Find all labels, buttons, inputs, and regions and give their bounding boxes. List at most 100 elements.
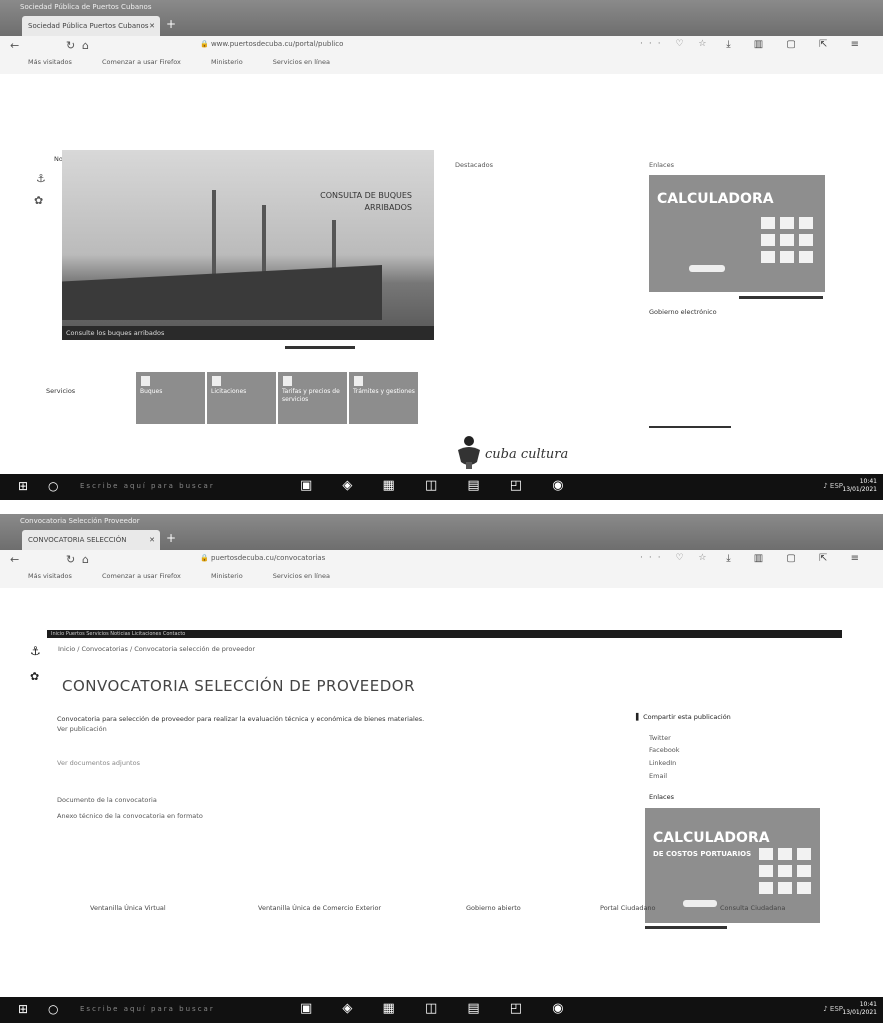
cuba-emblem-logo xyxy=(455,432,483,470)
clock[interactable]: 10:41 13/01/2021 xyxy=(842,478,877,494)
footer-link[interactable]: Gobierno abierto xyxy=(466,904,521,912)
share-title: Compartir esta publicación xyxy=(643,713,731,721)
clock-date: 13/01/2021 xyxy=(842,486,877,493)
volume-icon[interactable]: ♪ xyxy=(823,1005,830,1013)
clock[interactable]: 10:41 13/01/2021 xyxy=(842,1001,877,1017)
new-tab-icon[interactable]: + xyxy=(166,17,176,31)
tile-label: Trámites y gestiones xyxy=(353,388,415,395)
close-tab-icon[interactable]: ✕ xyxy=(149,16,155,36)
doc-link[interactable]: Documento de la convocatoria xyxy=(57,796,157,804)
close-tab-icon[interactable]: ✕ xyxy=(149,530,155,550)
site-nav-band[interactable]: Inicio Puertos Servicios Noticias Licita… xyxy=(47,630,842,638)
toolbar-icons[interactable]: ⤓ ▥ ▢ ⇱ ≡ xyxy=(726,39,869,50)
taskbar-apps[interactable]: ▣ ◈ ▦ ◫ ▤ ◰ ◉ xyxy=(300,1001,577,1016)
calc-keypad-graphic xyxy=(761,217,813,263)
gobierno-link[interactable]: Gobierno electrónico xyxy=(649,308,717,316)
price-icon xyxy=(283,376,292,386)
reload-icon[interactable]: ↻ xyxy=(66,39,75,52)
bookmark-item[interactable]: Ministerio xyxy=(211,572,243,580)
ship-graphic xyxy=(62,265,382,320)
sidebar-pin-icon: ⚓ xyxy=(36,172,46,185)
search-icon[interactable]: ○ xyxy=(48,479,58,493)
clock-time: 10:41 xyxy=(859,1001,877,1008)
breadcrumb[interactable]: Inicio / Convocatorias / Convocatoria se… xyxy=(58,645,255,653)
windows-taskbar: ⊞ ○ Escribe aquí para buscar ▣ ◈ ▦ ◫ ▤ ◰… xyxy=(0,997,883,1023)
browser-toolbar: ← ↻ ⌂ 🔒 www.puertosdecuba.cu/portal/publ… xyxy=(0,36,883,58)
home-icon[interactable]: ⌂ xyxy=(82,39,89,52)
lang-indicator[interactable]: ESP xyxy=(830,1005,843,1013)
bookmark-item[interactable]: Servicios en línea xyxy=(273,58,330,66)
share-linkedin[interactable]: LinkedIn xyxy=(649,759,676,767)
taskbar-apps[interactable]: ▣ ◈ ▦ ◫ ▤ ◰ ◉ xyxy=(300,478,577,493)
document-icon xyxy=(212,376,221,386)
window-title: Convocatoria Selección Proveedor xyxy=(20,517,140,525)
lock-icon: 🔒 xyxy=(200,40,211,48)
tile-buques[interactable]: Buques xyxy=(136,372,205,424)
bookmark-item[interactable]: Comenzar a usar Firefox xyxy=(102,58,181,66)
tab-convocatoria[interactable]: CONVOCATORIA SELECCIÓN ✕ xyxy=(22,530,160,550)
footer-link[interactable]: Consulta Ciudadana xyxy=(720,904,785,912)
bookmark-item[interactable]: Más visitados xyxy=(28,58,72,66)
slider-indicator[interactable] xyxy=(285,346,355,349)
gap xyxy=(0,500,883,514)
page-title: CONVOCATORIA SELECCIÓN DE PROVEEDOR xyxy=(62,677,416,695)
volume-icon[interactable]: ♪ xyxy=(823,482,830,490)
toolbar-icons[interactable]: ⤓ ▥ ▢ ⇱ ≡ xyxy=(726,553,869,564)
calculator-banner[interactable]: CALCULADORA xyxy=(649,175,825,292)
url-text: www.puertosdecuba.cu/portal/publico xyxy=(210,40,344,48)
window-title: Sociedad Pública de Puertos Cubanos xyxy=(20,3,152,11)
bookmark-item[interactable]: Comenzar a usar Firefox xyxy=(102,572,181,580)
slider-title: CONSULTA DE BUQUES ARRIBADOS xyxy=(320,190,412,214)
enlaces-heading: Enlaces xyxy=(649,793,674,801)
footer-link[interactable]: Ventanilla Única de Comercio Exterior xyxy=(258,904,381,912)
windows-taskbar: ⊞ ○ Escribe aquí para buscar ▣ ◈ ▦ ◫ ▤ ◰… xyxy=(0,474,883,500)
slider-title-line2: ARRIBADOS xyxy=(364,203,412,212)
calc-button-graphic xyxy=(689,265,725,272)
news-slider[interactable]: CONSULTA DE BUQUES ARRIBADOS Consulte los… xyxy=(62,150,434,340)
url-bar[interactable]: 🔒 www.puertosdecuba.cu/portal/publico xyxy=(200,40,343,48)
body-link[interactable]: Ver publicación xyxy=(57,725,107,733)
page-actions[interactable]: ··· ♡ ☆ xyxy=(640,553,712,563)
sidebar-gear-icon: ✿ xyxy=(30,670,40,683)
bookmark-item[interactable]: Más visitados xyxy=(28,572,72,580)
doc-link[interactable]: Anexo técnico de la convocatoria en form… xyxy=(57,812,203,820)
slider-title-line1: CONSULTA DE BUQUES xyxy=(320,191,412,200)
tile-tramites[interactable]: Trámites y gestiones xyxy=(349,372,418,424)
bookmark-item[interactable]: Ministerio xyxy=(211,58,243,66)
tile-licitaciones[interactable]: Licitaciones xyxy=(207,372,276,424)
slider-caption[interactable]: Consulte los buques arribados xyxy=(62,326,434,340)
back-icon[interactable]: ← xyxy=(10,39,19,52)
tab-label: CONVOCATORIA SELECCIÓN xyxy=(28,536,127,544)
windows-start-icon[interactable]: ⊞ xyxy=(18,1002,28,1016)
footer-cultura-logo: cuba cultura xyxy=(485,447,569,462)
share-facebook[interactable]: Facebook xyxy=(649,746,680,754)
tab-bar: Sociedad Pública de Puertos Cubanos Soci… xyxy=(0,0,883,36)
bookmarks-bar: Más visitados Comenzar a usar Firefox Mi… xyxy=(0,572,883,588)
page-actions[interactable]: ··· ♡ ☆ xyxy=(640,39,712,49)
system-tray[interactable]: ♪ ESP xyxy=(823,482,843,490)
url-bar[interactable]: 🔒 puertosdecuba.cu/convocatorias xyxy=(200,554,325,562)
new-tab-icon[interactable]: + xyxy=(166,531,176,545)
taskbar-search-input[interactable]: Escribe aquí para buscar xyxy=(80,482,215,490)
tab-home[interactable]: Sociedad Pública Puertos Cubanos ✕ xyxy=(22,16,160,36)
back-icon[interactable]: ← xyxy=(10,553,19,566)
taskbar-search-input[interactable]: Escribe aquí para buscar xyxy=(80,1005,215,1013)
footer-link[interactable]: Portal Ciudadano xyxy=(600,904,656,912)
share-twitter[interactable]: Twitter xyxy=(649,734,671,742)
share-email[interactable]: Email xyxy=(649,772,667,780)
meta-line: Ver documentos adjuntos xyxy=(57,759,140,767)
search-icon[interactable]: ○ xyxy=(48,1002,58,1016)
body-text: Convocatoria para selección de proveedor… xyxy=(57,715,425,723)
tile-tarifas[interactable]: Tarifas y precios de servicios xyxy=(278,372,347,424)
bookmark-item[interactable]: Servicios en línea xyxy=(273,572,330,580)
reload-icon[interactable]: ↻ xyxy=(66,553,75,566)
tab-label: Sociedad Pública Puertos Cubanos xyxy=(28,22,149,30)
footer-link[interactable]: Ventanilla Única Virtual xyxy=(90,904,166,912)
system-tray[interactable]: ♪ ESP xyxy=(823,1005,843,1013)
home-icon[interactable]: ⌂ xyxy=(82,553,89,566)
windows-start-icon[interactable]: ⊞ xyxy=(18,479,28,493)
tab-bar: Convocatoria Selección Proveedor CONVOCA… xyxy=(0,514,883,550)
lang-indicator[interactable]: ESP xyxy=(830,482,843,490)
url-text: puertosdecuba.cu/convocatorias xyxy=(210,554,326,562)
servicios-heading: Servicios xyxy=(46,387,76,395)
